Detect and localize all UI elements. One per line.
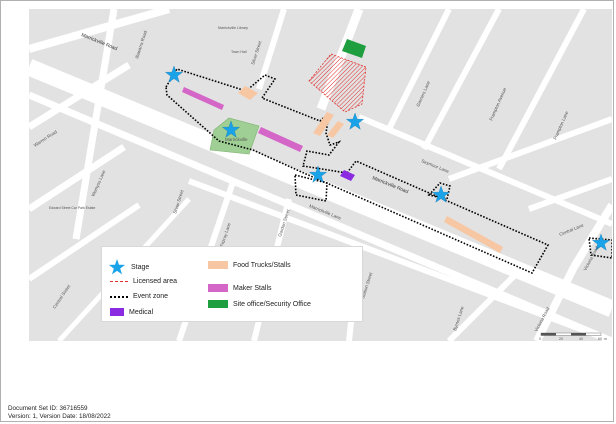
legend-item-stage: Stage (108, 259, 149, 275)
star-icon (108, 259, 126, 275)
scale-tick: 60 (598, 337, 602, 341)
legend-label-medical: Medical (129, 308, 154, 316)
legend-item-site-office: Site office/Security Office (208, 300, 311, 308)
legend-label-maker-stalls: Maker Stalls (233, 284, 272, 292)
map-legend: Stage Licensed area Event zone Medical F… (101, 246, 363, 322)
site-office-swatch (208, 300, 228, 308)
scale-tick: 20 (559, 337, 563, 341)
event-zone-swatch (110, 295, 128, 298)
licensed-line-swatch (110, 281, 128, 282)
legend-label-licensed-area: Licensed area (133, 278, 177, 285)
legend-label-food-trucks: Food Trucks/Stalls (233, 261, 291, 269)
place-label-park: Marrickville (225, 137, 248, 142)
place-label-town-hall: Town Hall (231, 50, 247, 54)
place-label-library: Marrickville Library (218, 26, 248, 30)
legend-label-stage: Stage (131, 263, 150, 271)
legend-label-event-zone: Event zone (133, 293, 169, 300)
medical-swatch (110, 308, 124, 316)
legend-item-medical: Medical (110, 308, 153, 316)
legend-label-site-office: Site office/Security Office (233, 300, 311, 308)
place-label-car-park: Edward Street Car Park Estate (49, 206, 95, 210)
legend-item-licensed-area: Licensed area (110, 278, 177, 285)
scale-unit: m (604, 337, 607, 341)
scale-tick: 0 (539, 337, 541, 341)
food-trucks-swatch (208, 261, 228, 269)
legend-item-food-trucks: Food Trucks/Stalls (208, 261, 291, 269)
document-set-id: Document Set ID: 36716559 (8, 405, 88, 412)
scale-tick: 40 (579, 337, 583, 341)
document-info: Document Set ID: 36716559 Version: 1, Ve… (8, 405, 111, 421)
legend-item-event-zone: Event zone (110, 293, 168, 300)
legend-item-maker-stalls: Maker Stalls (208, 284, 272, 292)
document-version: Version: 1, Version Date: 18/08/2022 (8, 413, 111, 420)
maker-stalls-swatch (208, 284, 228, 292)
